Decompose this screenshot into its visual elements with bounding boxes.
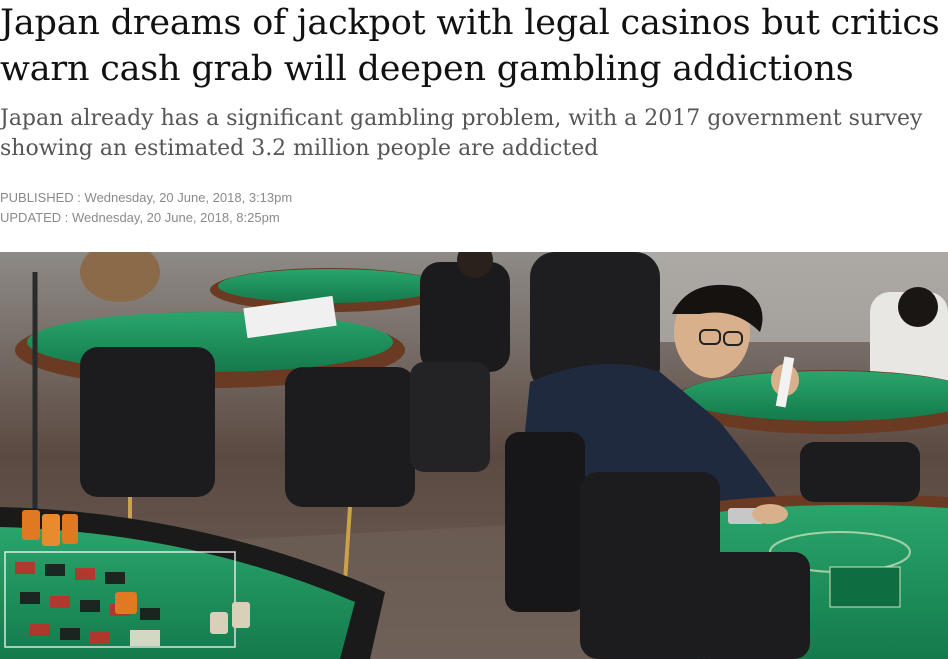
chair-2 xyxy=(285,367,415,507)
published-label: PUBLISHED : xyxy=(0,190,85,205)
article-subheadline: Japan already has a significant gambling… xyxy=(0,106,923,161)
updated-timestamp: UPDATED : Wednesday, 20 June, 2018, 8:25… xyxy=(0,209,948,227)
updated-label: UPDATED : xyxy=(0,210,72,225)
player-right-head xyxy=(898,287,938,327)
player-black-shirt xyxy=(420,262,510,372)
chair-3 xyxy=(410,362,490,472)
article-photo xyxy=(0,252,948,659)
article-headline: Japan dreams of jackpot with legal casin… xyxy=(0,3,940,89)
man-hand-chips xyxy=(752,504,788,524)
chair-1 xyxy=(80,347,215,497)
published-timestamp: PUBLISHED : Wednesday, 20 June, 2018, 3:… xyxy=(0,189,948,207)
chair-6 xyxy=(690,552,810,659)
table-layout-box xyxy=(829,566,901,608)
published-date: Wednesday, 20 June, 2018, 3:13pm xyxy=(84,190,293,205)
chair-7 xyxy=(800,442,920,502)
updated-date: Wednesday, 20 June, 2018, 8:25pm xyxy=(72,210,280,225)
chair-4 xyxy=(505,432,585,612)
casino-scene-illustration xyxy=(0,252,948,659)
